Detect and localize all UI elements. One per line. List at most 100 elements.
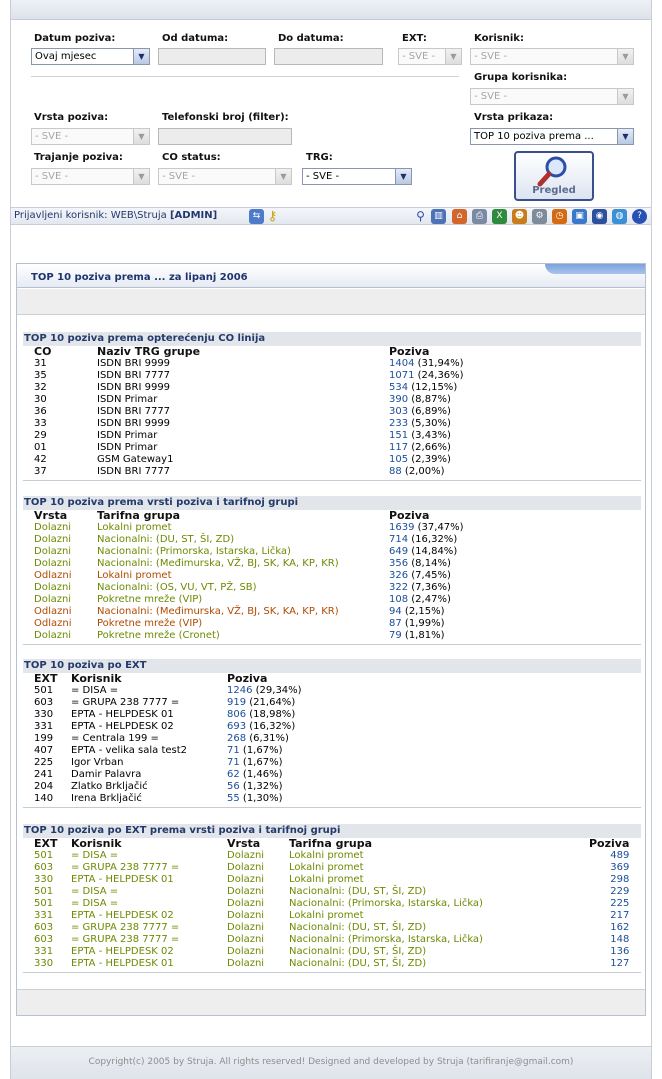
table-cell: Dolazni [227, 910, 265, 921]
help-icon[interactable]: ? [632, 209, 647, 224]
disk-icon[interactable]: ◉ [592, 209, 607, 224]
table-cell: = DISA = [71, 685, 119, 696]
co-status-select[interactable]: - SVE - ▼ [158, 168, 292, 185]
calls-cell: 919 (21,64%) [227, 697, 347, 709]
table-row: 199 = Centrala 199 = 268 (6,31%) [23, 733, 347, 745]
korisnik-select[interactable]: - SVE - ▼ [470, 48, 634, 65]
group-icon[interactable]: ☻ [512, 209, 527, 224]
calls-percent: (37,47%) [417, 522, 464, 533]
table-cell: 30 [34, 394, 47, 405]
table-cell: 330 [34, 709, 54, 720]
home-icon[interactable]: ⌂ [452, 209, 467, 224]
table-cell: Dolazni [227, 958, 265, 969]
calls-percent: (16,32%) [249, 721, 296, 732]
calls-count: 55 [227, 793, 240, 804]
globe-icon[interactable]: ◍ [612, 209, 627, 224]
calls-count: 87 [389, 618, 402, 629]
calls-count: 1639 [389, 522, 415, 533]
table-cell: ISDN BRI 9999 [97, 418, 171, 429]
table-cell: 140 [34, 793, 54, 804]
calls-count: 62 [227, 769, 240, 780]
table-cell: Lokalni promet [289, 874, 364, 885]
calls-percent: (8,87%) [411, 394, 451, 405]
grupa-korisnika-value: - SVE - [474, 91, 508, 102]
search-icon[interactable]: ⚲ [413, 209, 428, 224]
table-cell: 501 [34, 850, 54, 861]
chevron-down-icon: ▼ [445, 49, 461, 64]
key-icon[interactable]: ⚷ [265, 209, 280, 224]
calls-percent: (6,89%) [411, 406, 451, 417]
table-cell: 229 [610, 886, 630, 897]
calls-count: 649 [389, 546, 409, 557]
settings-icon[interactable]: ⚙ [532, 209, 547, 224]
table-cell: Zlatko Brkljačić [71, 781, 148, 792]
table-cell: 35 [34, 370, 47, 381]
table-cell: Dolazni [34, 522, 72, 533]
users-icon[interactable]: ⇆ [249, 209, 264, 224]
top-bar [11, 0, 651, 20]
table-cell: Irena Brkljačić [71, 793, 142, 804]
table-cell: Dolazni [227, 934, 265, 945]
grupa-korisnika-select[interactable]: - SVE - ▼ [470, 88, 634, 105]
excel-icon[interactable]: X [492, 209, 507, 224]
od-datuma-input[interactable] [158, 48, 266, 65]
logged-user: Prijavljeni korisnik: WEB\Struja [ADMIN] [14, 210, 217, 221]
table-row: 501 = DISA = 1246 (29,34%) [23, 685, 347, 697]
vrsta-prikaza-select[interactable]: TOP 10 poziva prema ... ▼ [470, 128, 634, 145]
table-cell: Lokalni promet [289, 862, 364, 873]
column-header: Korisnik [71, 837, 122, 850]
calls-count: 1071 [389, 370, 415, 381]
ext-select[interactable]: - SVE - ▼ [398, 48, 462, 65]
korisnik-value: - SVE - [474, 51, 508, 62]
table-cell: Nacionalni: (DU, ST, ŠI, ZD) [97, 534, 235, 545]
table-header: CO Naziv TRG grupe Poziva [23, 346, 509, 358]
table-cell: 501 [34, 886, 54, 897]
table-row: 603 = GRUPA 238 7777 = Dolazni Nacionalni: … [23, 922, 629, 934]
vrsta-poziva-select[interactable]: - SVE - ▼ [31, 128, 150, 145]
table-row: 330 EPTA - HELPDESK 01 806 (18,98%) [23, 709, 347, 721]
table-row: Dolazni Nacionalni: (OS, VU, VT, PŽ, SB) 3… [23, 582, 509, 594]
table-cell: EPTA - HELPDESK 02 [71, 946, 174, 957]
table-cell: Odlazni [34, 606, 72, 617]
vrsta-prikaza-label: Vrsta prikaza: [474, 112, 554, 123]
calls-percent: (2,39%) [411, 454, 451, 465]
table-cell: Pokretne mreže (VIP) [97, 594, 203, 605]
calls-percent: (18,98%) [249, 709, 296, 720]
table-row: 37 ISDN BRI 7777 88 (2,00%) [23, 466, 509, 478]
table-cell: = GRUPA 238 7777 = [71, 862, 180, 873]
telefonski-broj-input[interactable] [158, 128, 292, 145]
calls-count: 919 [227, 697, 247, 708]
table-cell: EPTA - HELPDESK 02 [71, 910, 174, 921]
do-datuma-input[interactable] [274, 48, 383, 65]
table-header: EXT Korisnik Vrsta Tarifna grupa Poziva [23, 838, 629, 850]
datum-poziva-select[interactable]: Ovaj mjesec ▼ [31, 48, 150, 65]
calls-percent: (7,36%) [411, 582, 451, 593]
table-cell: 148 [610, 934, 630, 945]
pregled-button[interactable]: Pregled [514, 151, 594, 201]
column-header: EXT [34, 837, 58, 850]
call-type-table: Vrsta Tarifna grupa Poziva Dolazni Lokaln… [23, 510, 509, 642]
table-cell: Dolazni [227, 946, 265, 957]
window-icon[interactable]: ▣ [572, 209, 587, 224]
clock-icon[interactable]: ◷ [552, 209, 567, 224]
co-lines-table: CO Naziv TRG grupe Poziva 31 ISDN BRI 999… [23, 346, 509, 478]
calls-count: 105 [389, 454, 409, 465]
table-cell: 127 [610, 958, 630, 969]
table-header: Vrsta Tarifna grupa Poziva [23, 510, 509, 522]
trajanje-poziva-select[interactable]: - SVE - ▼ [31, 168, 150, 185]
table-cell: 225 [610, 898, 630, 909]
table-row: Odlazni Nacionalni: (Međimurska, VŽ, BJ, … [23, 606, 509, 618]
table-row: 29 ISDN Primar 151 (3,43%) [23, 430, 509, 442]
table-cell: Dolazni [34, 582, 72, 593]
trg-select[interactable]: - SVE - ▼ [302, 168, 412, 185]
calls-count: 108 [389, 594, 409, 605]
calls-cell: 94 (2,15%) [389, 606, 509, 618]
printer-icon[interactable]: ⎙ [472, 209, 487, 224]
section-ext-call-type: TOP 10 poziva po EXT prema vrsti poziva … [23, 824, 641, 973]
calls-percent: (12,15%) [411, 382, 458, 393]
user-name: WEB\Struja [110, 210, 167, 221]
calls-percent: (1,99%) [404, 618, 445, 629]
table-cell: 330 [34, 958, 54, 969]
calls-cell: 356 (8,14%) [389, 558, 509, 570]
book-icon[interactable]: ▥ [431, 209, 446, 224]
